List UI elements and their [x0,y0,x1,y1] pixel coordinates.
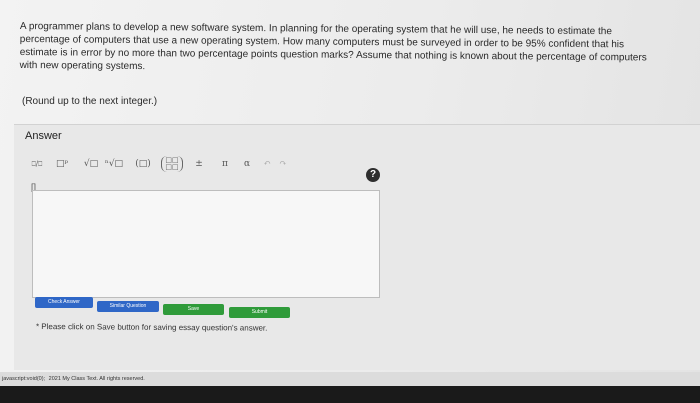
alpha-icon[interactable]: α [242,153,252,175]
matrix-icon[interactable]: □□ □□ [160,153,184,175]
undo-icon[interactable]: ↶ [262,153,272,175]
answer-label: Answer [25,130,62,142]
math-toolbar: ⎕/⎕ □ᵖ √□ ⁿ√□ (□) □□ □□ ± π α ↶ ↷ [30,153,390,179]
matrix-bottom-row: □□ [165,163,179,171]
check-answer-button[interactable]: Check Answer [35,297,93,308]
parentheses-glyph: (□) [135,159,151,169]
rounding-hint: (Round up to the next integer.) [22,96,158,107]
pi-icon[interactable]: π [220,153,230,175]
nth-root-icon[interactable]: ⁿ√□ [104,153,124,175]
screen: A programmer plans to develop a new soft… [0,0,700,403]
save-note: * Please click on Save button for saving… [35,322,268,333]
question-text: A programmer plans to develop a new soft… [20,20,690,78]
sqrt-icon[interactable]: √□ [82,153,100,175]
plus-minus-glyph: ± [195,159,203,169]
status-link: javascript:void(0); [2,376,46,382]
save-button[interactable]: Save [163,304,224,315]
similar-question-button[interactable]: Similar Question [97,301,159,312]
fraction-glyph: ⎕/⎕ [31,160,43,168]
redo-glyph: ↷ [279,159,287,169]
pi-glyph: π [222,159,228,169]
submit-button[interactable]: Submit [229,307,290,318]
undo-glyph: ↶ [263,159,271,169]
screen-bezel [0,386,700,403]
sqrt-glyph: √□ [83,159,99,169]
fraction-icon[interactable]: ⎕/⎕ [30,153,44,175]
parentheses-icon[interactable]: (□) [134,153,152,175]
redo-icon[interactable]: ↷ [278,153,288,175]
copyright-text: 2021 My Class Text. All rights reserved. [48,376,145,382]
plus-minus-icon[interactable]: ± [194,153,204,175]
nth-root-glyph: ⁿ√□ [104,159,124,169]
status-bar: javascript:void(0); 2021 My Class Text. … [0,372,700,386]
answer-editor[interactable] [32,190,380,298]
power-glyph: □ᵖ [55,159,69,169]
power-icon[interactable]: □ᵖ [54,153,70,175]
alpha-glyph: α [243,159,251,169]
help-icon[interactable]: ? [366,168,380,182]
